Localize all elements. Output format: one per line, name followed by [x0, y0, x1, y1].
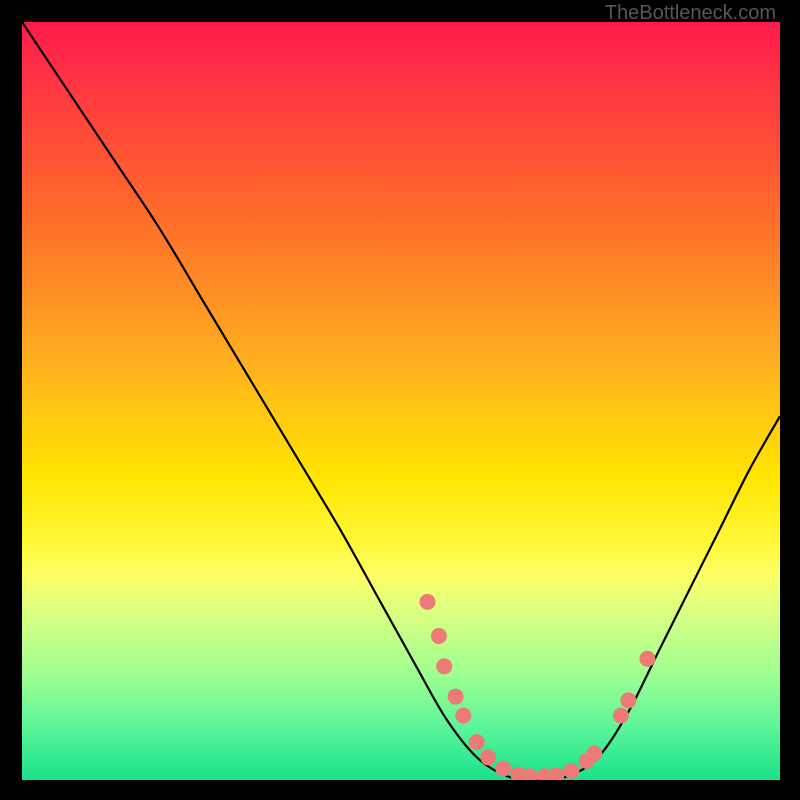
- chart-plot-area: [22, 22, 780, 780]
- dot-marker: [620, 692, 636, 708]
- dot-marker: [613, 708, 629, 724]
- dot-marker: [639, 651, 655, 667]
- dot-marker: [420, 594, 436, 610]
- chart-frame: TheBottleneck.com: [0, 0, 800, 800]
- dot-marker: [431, 628, 447, 644]
- sample-dots: [420, 594, 656, 780]
- chart-svg: [22, 22, 780, 780]
- dot-marker: [455, 708, 471, 724]
- watermark-text: TheBottleneck.com: [605, 2, 776, 25]
- dot-marker: [436, 658, 452, 674]
- dot-marker: [586, 746, 602, 762]
- dot-marker: [469, 734, 485, 750]
- dot-marker: [480, 749, 496, 765]
- bottleneck-curve: [22, 22, 780, 780]
- dot-marker: [448, 689, 464, 705]
- dot-marker: [548, 768, 564, 781]
- dot-marker: [564, 763, 580, 779]
- dot-marker: [495, 761, 511, 777]
